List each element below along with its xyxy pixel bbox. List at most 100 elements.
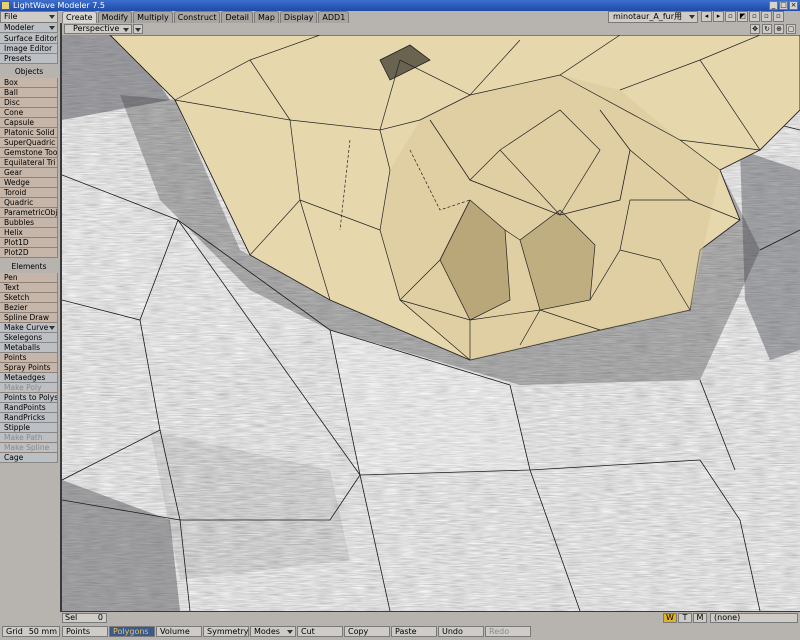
minimize-icon[interactable]: _	[769, 1, 778, 10]
sel-value: 0	[97, 613, 103, 622]
tab-map[interactable]: Map	[254, 11, 279, 23]
layer-5-icon[interactable]: ▫	[773, 11, 784, 22]
volume-mode-button[interactable]: Volume	[156, 626, 202, 637]
tool-toroid[interactable]: Toroid	[0, 188, 58, 198]
tool-make-path: Make Path	[0, 433, 58, 443]
morph-map-toggle[interactable]: M	[693, 613, 707, 623]
tab-create[interactable]: Create	[62, 11, 97, 23]
tool-disc[interactable]: Disc	[0, 98, 58, 108]
vmap-selector[interactable]: (none)	[710, 613, 798, 623]
tool-gear[interactable]: Gear	[0, 168, 58, 178]
tool-make-poly: Make Poly	[0, 383, 58, 393]
texture-map-toggle[interactable]: T	[678, 613, 692, 623]
chevron-down-icon	[49, 26, 55, 30]
tool-cone[interactable]: Cone	[0, 108, 58, 118]
maximize-icon[interactable]: □	[779, 1, 788, 10]
tool-randpricks[interactable]: RandPricks	[0, 413, 58, 423]
make-curve-label: Make Curve	[4, 323, 49, 332]
tool-make-spline: Make Spline	[0, 443, 58, 453]
file-menu[interactable]: File	[0, 11, 58, 23]
modes-button[interactable]: Modes	[250, 626, 296, 637]
maximize-viewport-icon[interactable]: ▢	[786, 24, 796, 34]
tool-spline-draw[interactable]: Spline Draw	[0, 313, 58, 323]
sel-label: Sel	[65, 613, 78, 622]
tool-plot2d[interactable]: Plot2D	[0, 248, 58, 258]
tool-points[interactable]: Points	[0, 353, 58, 363]
tab-multiply[interactable]: Multiply	[133, 11, 173, 23]
tool-metaedges[interactable]: Metaedges	[0, 373, 58, 383]
layer-4-icon[interactable]: ▫	[761, 11, 772, 22]
selection-count: Sel 0	[62, 613, 107, 623]
elements-header: Elements	[0, 260, 58, 273]
redo-button: Redo	[485, 626, 531, 637]
vmap-selector-value: (none)	[714, 613, 741, 622]
tool-pen[interactable]: Pen	[0, 273, 58, 283]
make-curve-menu[interactable]: Make Curve	[0, 323, 58, 333]
tool-bezier[interactable]: Bezier	[0, 303, 58, 313]
chevron-down-icon	[689, 15, 695, 19]
symmetry-button[interactable]: Symmetry	[203, 626, 249, 637]
layer-1-icon[interactable]: ▫	[725, 11, 736, 22]
tool-spray-points[interactable]: Spray Points	[0, 363, 58, 373]
view-options-button[interactable]	[133, 24, 143, 34]
tool-parametricobj[interactable]: ParametricObj	[0, 208, 58, 218]
layer-prev-icon[interactable]: ◂	[701, 11, 712, 22]
paste-button[interactable]: Paste	[391, 626, 437, 637]
layer-2-icon[interactable]: ◩	[737, 11, 748, 22]
tab-display[interactable]: Display	[279, 11, 318, 23]
tool-cage[interactable]: Cage	[0, 453, 58, 463]
image-editor-button[interactable]: Image Editor	[0, 44, 58, 54]
chevron-down-icon	[49, 326, 55, 330]
tool-wedge[interactable]: Wedge	[0, 178, 58, 188]
tool-plot1d[interactable]: Plot1D	[0, 238, 58, 248]
zoom-icon[interactable]: ⊕	[774, 24, 784, 34]
tab-bar: Create Modify Multiply Construct Detail …	[62, 11, 350, 23]
tool-skelegons[interactable]: Skelegons	[0, 333, 58, 343]
tool-points-to-polys[interactable]: Points to Polys	[0, 393, 58, 403]
layer-3-icon[interactable]: ▫	[749, 11, 760, 22]
surface-editor-button[interactable]: Surface Editor	[0, 34, 58, 44]
modeler-menu[interactable]: Modeler	[0, 23, 58, 33]
tool-randpoints[interactable]: RandPoints	[0, 403, 58, 413]
document-selector[interactable]: minotaur_A_fur用	[608, 11, 698, 23]
tool-superquadric[interactable]: SuperQuadric	[0, 138, 58, 148]
copy-button[interactable]: Copy	[344, 626, 390, 637]
tab-detail[interactable]: Detail	[221, 11, 254, 23]
tool-box[interactable]: Box	[0, 78, 58, 88]
tool-metaballs[interactable]: Metaballs	[0, 343, 58, 353]
tool-text[interactable]: Text	[0, 283, 58, 293]
tool-equilateral-tri[interactable]: Equilateral Tri	[0, 158, 58, 168]
weight-map-toggle[interactable]: W	[663, 613, 677, 623]
pan-icon[interactable]: ✥	[750, 24, 760, 34]
tab-modify[interactable]: Modify	[97, 11, 133, 23]
modes-label: Modes	[254, 627, 280, 636]
file-menu-label: File	[4, 12, 18, 21]
objects-header: Objects	[0, 65, 58, 78]
polygons-mode-button[interactable]: Polygons	[109, 626, 155, 637]
undo-button[interactable]: Undo	[438, 626, 484, 637]
presets-button[interactable]: Presets	[0, 54, 58, 64]
grid-size: Grid 50 mm	[2, 626, 60, 637]
modeler-menu-label: Modeler	[4, 23, 35, 32]
perspective-viewport[interactable]	[62, 35, 800, 611]
tab-add1[interactable]: ADD1	[318, 11, 350, 23]
rotate-icon[interactable]: ↻	[762, 24, 772, 34]
tool-platonic-solid[interactable]: Platonic Solid	[0, 128, 58, 138]
tool-stipple[interactable]: Stipple	[0, 423, 58, 433]
tool-quadric[interactable]: Quadric	[0, 198, 58, 208]
points-mode-button[interactable]: Points	[62, 626, 108, 637]
viewport-controls: ✥ ↻ ⊕ ▢	[750, 24, 796, 34]
tool-ball[interactable]: Ball	[0, 88, 58, 98]
tool-bubbles[interactable]: Bubbles	[0, 218, 58, 228]
view-type-select[interactable]: Perspective	[64, 24, 132, 34]
layer-next-icon[interactable]: ▸	[713, 11, 724, 22]
tool-gemstone[interactable]: Gemstone Tool	[0, 148, 58, 158]
tool-helix[interactable]: Helix	[0, 228, 58, 238]
tab-construct[interactable]: Construct	[173, 11, 221, 23]
toolbar: File Create Modify Multiply Construct De…	[0, 11, 800, 23]
close-icon[interactable]: ×	[789, 1, 798, 10]
tool-capsule[interactable]: Capsule	[0, 118, 58, 128]
cut-button[interactable]: Cut	[297, 626, 343, 637]
model-render	[62, 35, 800, 611]
tool-sketch[interactable]: Sketch	[0, 293, 58, 303]
